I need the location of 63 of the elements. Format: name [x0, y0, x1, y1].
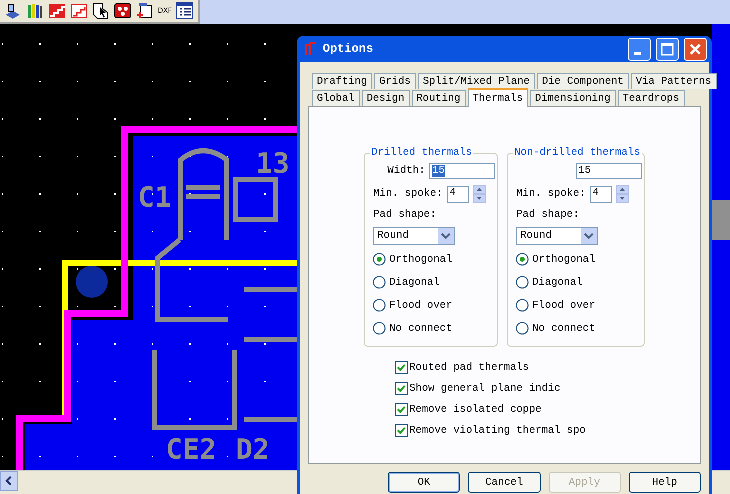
- tab[interactable]: Via Patterns: [630, 73, 717, 89]
- radio-option[interactable]: Diagonal: [516, 274, 642, 291]
- board-icon[interactable]: [136, 2, 154, 20]
- checkbox-option[interactable]: Remove violating thermal spo: [394, 424, 584, 437]
- field-value: 15: [432, 165, 446, 177]
- dialog-button[interactable]: Help: [628, 472, 701, 493]
- app-icon: [304, 41, 318, 57]
- group-title: Non-drilled thermals: [513, 147, 642, 159]
- tab[interactable]: Design: [362, 90, 410, 106]
- radio-option[interactable]: Flood over: [516, 297, 642, 314]
- books-icon[interactable]: [26, 2, 44, 20]
- minimize-button[interactable]: [628, 38, 651, 60]
- group-title: Drilled thermals: [370, 147, 474, 159]
- caret-icon: [581, 228, 598, 244]
- window-title: Options: [323, 42, 374, 56]
- spoke-field[interactable]: 4: [446, 186, 469, 202]
- width-field[interactable]: 15: [429, 163, 496, 179]
- radio-option[interactable]: No connect: [373, 320, 496, 337]
- stairs-outline-icon[interactable]: [70, 2, 88, 20]
- pad-shape-dropdown[interactable]: Round: [373, 227, 456, 245]
- silkscreen-label: 13: [256, 150, 290, 178]
- checkbox-option[interactable]: Routed pad thermals: [394, 361, 584, 374]
- pointer-icon[interactable]: [92, 2, 110, 20]
- field-label: Min. spoke:: [373, 188, 443, 200]
- pad-shape-dropdown[interactable]: Round: [516, 227, 598, 245]
- tab[interactable]: Global: [312, 90, 360, 106]
- tab[interactable]: Grids: [374, 73, 416, 89]
- spoke-field[interactable]: 4: [590, 186, 612, 202]
- checkbox-option[interactable]: Remove isolated coppe: [394, 403, 584, 416]
- spin-arrows-icon[interactable]: [472, 185, 486, 203]
- field-label: Pad shape:: [373, 209, 438, 221]
- dialog-button[interactable]: Cancel: [468, 472, 540, 493]
- radio-option[interactable]: Diagonal: [373, 274, 496, 291]
- field-value: 15: [578, 165, 592, 177]
- checkbox-option[interactable]: Show general plane indic: [394, 382, 584, 395]
- tab[interactable]: Dimensioning: [530, 90, 616, 106]
- caret-icon: [438, 228, 454, 244]
- silkscreen-label: D2: [236, 436, 270, 464]
- field-label: Pad shape:: [516, 209, 580, 221]
- tab[interactable]: Drafting: [312, 73, 372, 89]
- spin-arrows-icon[interactable]: [616, 185, 629, 203]
- layers-icon[interactable]: [4, 2, 22, 20]
- silkscreen-label: C1: [138, 184, 172, 212]
- maximize-button[interactable]: [656, 38, 679, 60]
- silkscreen-label: CE2: [166, 436, 217, 464]
- width-field[interactable]: 15: [576, 163, 642, 179]
- tab[interactable]: Routing: [412, 90, 466, 106]
- chip-icon[interactable]: [114, 2, 132, 20]
- list-icon[interactable]: [176, 2, 194, 20]
- close-button[interactable]: [684, 38, 707, 60]
- dialog-button[interactable]: OK: [388, 472, 460, 493]
- stairs-icon[interactable]: [48, 2, 66, 20]
- radio-option[interactable]: Orthogonal: [516, 251, 642, 268]
- tab[interactable]: Split/Mixed Plane: [418, 73, 536, 89]
- radio-option[interactable]: No connect: [516, 320, 642, 337]
- tab[interactable]: Teardrops: [618, 90, 684, 106]
- radio-option[interactable]: Flood over: [373, 297, 496, 314]
- field-label: Min. spoke:: [516, 188, 586, 200]
- tab[interactable]: Thermals: [468, 88, 528, 107]
- scroll-left-icon[interactable]: [0, 471, 18, 491]
- radio-option[interactable]: Orthogonal: [373, 251, 496, 268]
- field-label: Width:: [388, 165, 426, 177]
- tab[interactable]: Die Component: [537, 73, 629, 89]
